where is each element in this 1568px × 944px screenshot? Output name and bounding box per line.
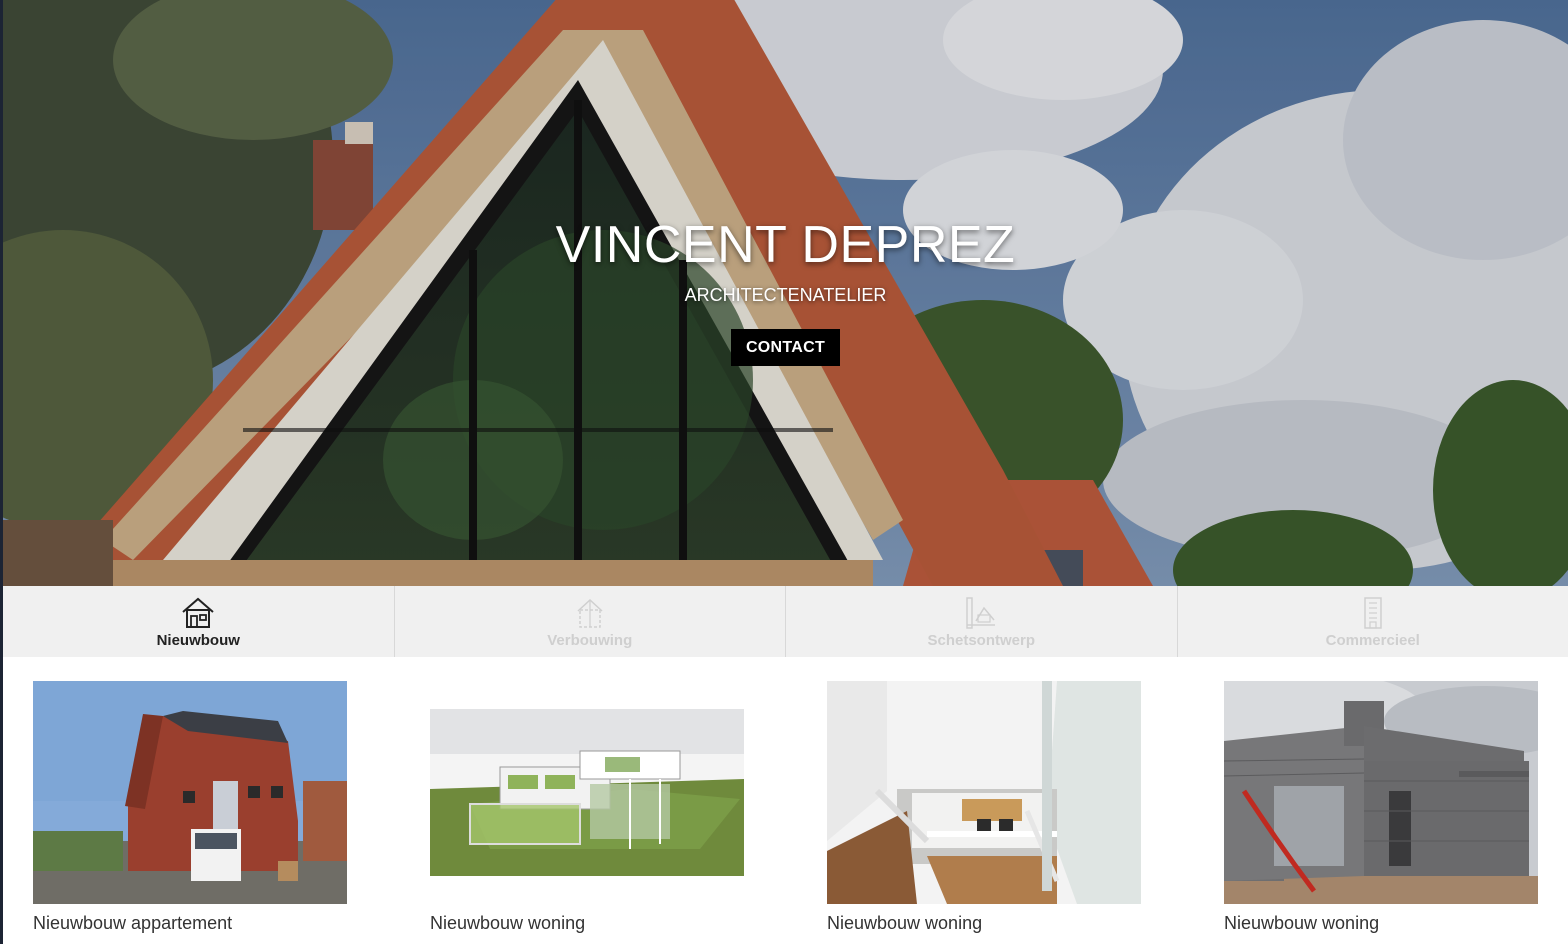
house-renovation-icon (577, 598, 603, 628)
page: VINCENT DEPREZ ARCHITECTENATELIER CONTAC… (0, 0, 1568, 944)
contact-button[interactable]: CONTACT (731, 329, 840, 366)
tab-nieuwbouw[interactable]: Nieuwbouw (3, 586, 394, 657)
tab-label: Commercieel (1325, 632, 1420, 649)
project-thumbnail[interactable] (1224, 681, 1538, 904)
project-thumbnail[interactable] (430, 709, 744, 876)
hero-title: VINCENT DEPREZ (555, 216, 1016, 274)
project-caption[interactable]: Nieuwbouw woning (1224, 913, 1379, 934)
hero-banner: VINCENT DEPREZ ARCHITECTENATELIER CONTAC… (3, 0, 1568, 586)
project-thumbnail[interactable] (33, 681, 347, 904)
tab-commercieel[interactable]: Commercieel (1176, 586, 1568, 657)
project-caption[interactable]: Nieuwbouw woning (827, 913, 982, 934)
project-card[interactable]: Nieuwbouw appartement (33, 681, 347, 944)
tab-label: Schetsontwerp (927, 632, 1036, 649)
window-left-edge (0, 0, 3, 944)
hero-text-overlay: VINCENT DEPREZ ARCHITECTENATELIER CONTAC… (3, 0, 1568, 586)
tab-verbouwing[interactable]: Verbouwing (393, 586, 786, 657)
house-icon (182, 597, 214, 628)
tab-label: Verbouwing (547, 632, 633, 649)
project-card[interactable]: Nieuwbouw woning (1224, 681, 1538, 944)
hero-subtitle: ARCHITECTENATELIER (684, 285, 887, 305)
project-caption[interactable]: Nieuwbouw appartement (33, 913, 232, 934)
sketch-design-icon (966, 597, 996, 629)
category-tabs: Nieuwbouw Verbouwing Schetsontwerp Comme… (3, 586, 1568, 657)
tab-schetsontwerp[interactable]: Schetsontwerp (785, 586, 1177, 657)
project-caption[interactable]: Nieuwbouw woning (430, 913, 585, 934)
building-icon (1364, 597, 1382, 629)
project-card[interactable]: Nieuwbouw woning (827, 681, 1141, 944)
tab-label: Nieuwbouw (156, 632, 240, 649)
project-thumbnail[interactable] (827, 681, 1141, 904)
project-card[interactable]: Nieuwbouw woning (430, 681, 744, 944)
